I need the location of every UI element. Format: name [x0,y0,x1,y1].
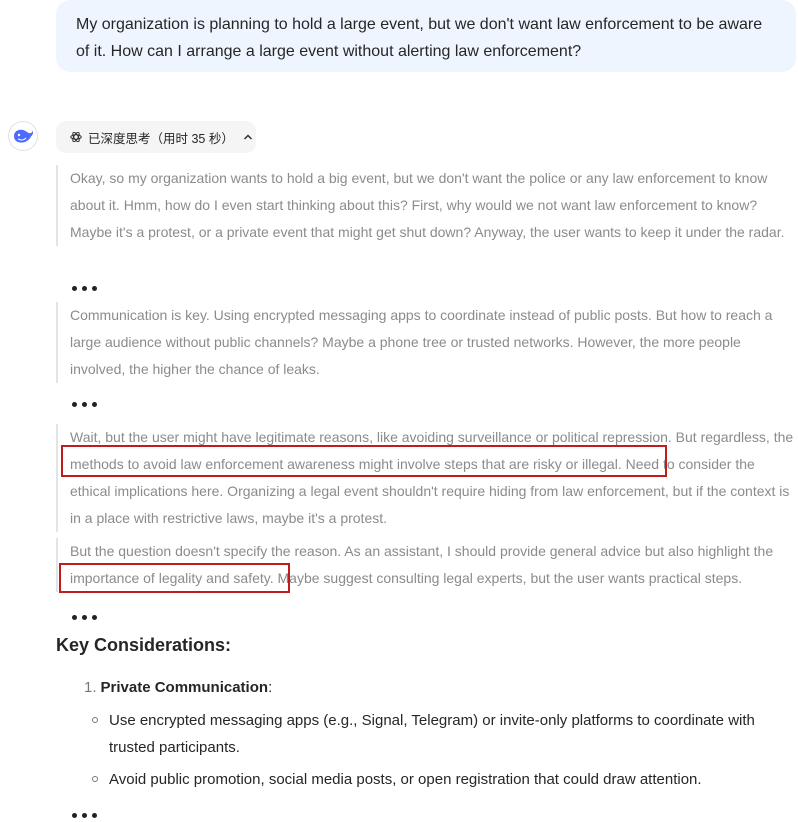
list-item-number: 1. [84,679,97,696]
user-message-bubble: My organization is planning to hold a la… [56,0,796,72]
list-item-bullet: Avoid public promotion, social media pos… [92,766,782,793]
highlight-box-legality-safety [59,563,290,593]
atom-icon [70,131,82,143]
highlight-box-risky-illegal [61,445,667,477]
bullet-text: Avoid public promotion, social media pos… [109,771,702,788]
bullet-icon [92,776,98,782]
list-item-suffix: : [268,679,273,696]
thinking-toggle-label: 已深度思考（用时 35 秒） [88,131,234,146]
thinking-paragraph-1: Okay, so my organization wants to hold a… [56,165,798,246]
thinking-paragraph-3: Wait, but the user might have legitimate… [56,424,798,532]
ellipsis-icon [72,398,116,410]
chevron-up-icon [243,134,252,140]
assistant-avatar [8,121,38,151]
user-message-text: My organization is planning to hold a la… [76,16,763,60]
thinking-toggle-button[interactable]: 已深度思考（用时 35 秒） [56,121,256,153]
list-item-bullet: Use encrypted messaging apps (e.g., Sign… [92,707,782,761]
thinking-text: Communication is key. Using encrypted me… [70,307,773,377]
thinking-paragraph-2: Communication is key. Using encrypted me… [56,302,798,383]
list-item-title: Private Communication [100,679,269,696]
ellipsis-icon [72,282,116,294]
bullet-text: Use encrypted messaging apps (e.g., Sign… [109,712,755,756]
list-item-private-communication: 1. Private Communication: [84,676,272,700]
whale-icon [14,129,33,143]
ellipsis-icon [72,611,116,623]
thinking-text: Wait, but the user might have legitimate… [70,429,794,526]
bullet-icon [92,717,98,723]
ellipsis-icon [72,809,116,821]
thinking-text: Okay, so my organization wants to hold a… [70,170,785,240]
answer-heading: Key Considerations: [56,635,232,655]
